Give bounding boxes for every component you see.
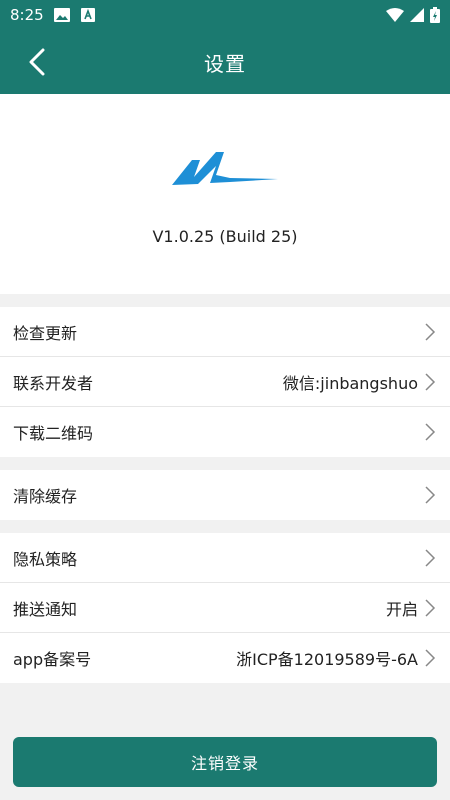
settings-group-privacy: 隐私策略 推送通知 开启 app备案号 浙ICP备12019589号-6A [0,533,450,683]
status-time: 8:25 [10,6,44,24]
row-value: 开启 [385,599,418,619]
row-label: 检查更新 [13,323,78,343]
page-title: 设置 [204,51,246,76]
chevron-right-icon [425,423,436,441]
chevron-right-icon [425,598,436,617]
settings-group-cache: 清除缓存 [0,470,450,520]
row-value: 微信:jinbangshuo [282,373,418,393]
chevron-right-icon [425,322,436,341]
signal-icon [410,8,424,22]
row-label: 下载二维码 [13,424,94,443]
app-version: V1.0.25 (Build 25) [152,227,298,246]
icp-record-row[interactable]: app备案号 浙ICP备12019589号-6A [0,633,450,683]
row-label: app备案号 [13,650,92,669]
chevron-right-icon [425,486,436,504]
chevron-right-icon [425,649,436,667]
row-label: 推送通知 [13,599,78,619]
settings-group-general: 检查更新 联系开发者 微信:jinbangshuo 下载二维码 [0,307,450,457]
about-section: V1.0.25 (Build 25) [0,94,450,294]
wifi-icon [386,8,404,22]
push-notification-row[interactable]: 推送通知 开启 [0,583,450,633]
clear-cache-row[interactable]: 清除缓存 [0,470,450,520]
row-label: 联系开发者 [13,373,94,393]
app-notification-icon [80,8,95,22]
check-update-row[interactable]: 检查更新 [0,307,450,357]
app-logo [172,152,278,185]
row-label: 清除缓存 [13,487,78,506]
logout-button[interactable]: 注销登录 [13,737,437,787]
chevron-right-icon [425,548,436,567]
status-bar: 8:25 [0,0,450,30]
row-label: 隐私策略 [13,549,78,569]
row-value: 浙ICP备12019589号-6A [236,650,418,669]
app-bar: 设置 [0,30,450,94]
contact-developer-row[interactable]: 联系开发者 微信:jinbangshuo [0,357,450,407]
chevron-right-icon [425,372,436,391]
privacy-policy-row[interactable]: 隐私策略 [0,533,450,583]
download-qrcode-row[interactable]: 下载二维码 [0,407,450,457]
back-arrow-icon[interactable] [24,48,52,76]
battery-icon [430,7,440,23]
image-notification-icon [53,8,70,22]
